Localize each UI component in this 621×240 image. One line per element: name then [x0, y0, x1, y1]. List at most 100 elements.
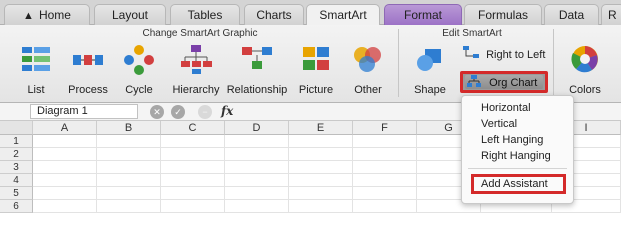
grid-cell[interactable]	[225, 200, 289, 213]
grid-cell[interactable]	[33, 200, 97, 213]
grid-cell[interactable]	[353, 161, 417, 174]
grid-cell[interactable]	[225, 174, 289, 187]
grid-cell[interactable]	[97, 174, 161, 187]
process-label: Process	[68, 84, 108, 96]
group-separator	[398, 29, 399, 97]
grid-cell[interactable]	[161, 161, 225, 174]
column-header[interactable]: B	[97, 121, 161, 135]
tab-smartart-label: SmartArt	[319, 8, 367, 22]
list-button[interactable]: List	[10, 41, 62, 99]
process-icon	[71, 43, 105, 78]
grid-cell[interactable]	[97, 187, 161, 200]
shape-icon	[413, 43, 447, 78]
org-chart-button[interactable]: Org Chart ▼	[460, 71, 548, 104]
list-label: List	[27, 84, 45, 96]
column-header[interactable]: E	[289, 121, 353, 135]
menu-item-add-assistant[interactable]: Add Assistant	[481, 177, 548, 192]
grid-cell[interactable]	[161, 135, 225, 148]
relationship-button[interactable]: Relationship	[226, 41, 288, 99]
colors-button[interactable]: Colors	[560, 41, 610, 99]
org-chart-dropdown-menu: Horizontal Vertical Left Hanging Right H…	[461, 95, 574, 204]
relationship-label: Relationship	[226, 84, 288, 96]
picture-button[interactable]: Picture	[290, 41, 342, 99]
grid-cell[interactable]	[33, 161, 97, 174]
column-header[interactable]: A	[33, 121, 97, 135]
grid-cell[interactable]	[97, 200, 161, 213]
grid-cell[interactable]	[289, 187, 353, 200]
menu-item-horizontal[interactable]: Horizontal	[481, 101, 531, 116]
cycle-icon	[122, 43, 156, 78]
grid-cell[interactable]	[161, 187, 225, 200]
grid-cell[interactable]	[161, 174, 225, 187]
column-header[interactable]: F	[353, 121, 417, 135]
process-button[interactable]: Process	[62, 41, 114, 99]
row-header[interactable]: 4	[0, 174, 33, 187]
confirm-icon[interactable]: ✓	[171, 105, 185, 119]
column-header[interactable]: C	[161, 121, 225, 135]
grid-cell[interactable]	[225, 161, 289, 174]
grid-cell[interactable]	[289, 200, 353, 213]
grid-cell[interactable]	[97, 161, 161, 174]
grid-cell[interactable]	[33, 148, 97, 161]
select-all-corner[interactable]	[0, 121, 33, 135]
grid-cell[interactable]	[353, 135, 417, 148]
row-header[interactable]: 5	[0, 187, 33, 200]
tab-smartart[interactable]: SmartArt	[306, 4, 380, 26]
cancel-icon[interactable]: ✕	[150, 105, 164, 119]
function-wizard-icon[interactable]: −	[198, 105, 212, 119]
picture-label: Picture	[298, 84, 334, 96]
grid-cell[interactable]	[161, 200, 225, 213]
tab-home[interactable]: ▲ Home	[4, 4, 90, 25]
grid-cell[interactable]	[289, 174, 353, 187]
row-header[interactable]: 6	[0, 200, 33, 213]
grid-cell[interactable]	[33, 135, 97, 148]
menu-item-right-hanging[interactable]: Right Hanging	[481, 149, 551, 164]
menu-item-left-hanging[interactable]: Left Hanging	[481, 133, 543, 148]
grid-cell[interactable]	[289, 148, 353, 161]
color-wheel-icon	[568, 43, 602, 78]
grid-cell[interactable]	[353, 174, 417, 187]
tab-layout[interactable]: Layout	[94, 4, 166, 25]
fx-label[interactable]: fx	[221, 104, 233, 118]
grid-cell[interactable]	[353, 200, 417, 213]
grid-cell[interactable]	[225, 187, 289, 200]
hierarchy-button[interactable]: Hierarchy	[166, 41, 226, 99]
grid-cell[interactable]	[33, 174, 97, 187]
tab-charts[interactable]: Charts	[244, 4, 304, 25]
tab-tables[interactable]: Tables	[170, 4, 240, 25]
right-to-left-label: Right to Left	[486, 48, 546, 61]
grid-cell[interactable]	[353, 148, 417, 161]
home-icon: ▲	[23, 10, 34, 22]
tab-formulas[interactable]: Formulas	[464, 4, 542, 25]
tab-data-label: Data	[558, 8, 585, 22]
grid-cell[interactable]	[225, 135, 289, 148]
tab-home-label: Home	[38, 8, 71, 22]
grid-cell[interactable]	[97, 148, 161, 161]
name-box[interactable]: Diagram 1	[30, 104, 138, 119]
row-header[interactable]: 1	[0, 135, 33, 148]
other-button[interactable]: Other	[342, 41, 394, 99]
grid-cell[interactable]	[353, 187, 417, 200]
grid-cell[interactable]	[33, 187, 97, 200]
right-to-left-button[interactable]: Right to Left	[462, 45, 545, 63]
cycle-button[interactable]: Cycle	[114, 41, 164, 99]
grid-cell[interactable]	[225, 148, 289, 161]
grid-cell[interactable]	[161, 148, 225, 161]
row-header[interactable]: 2	[0, 148, 33, 161]
org-chart-icon	[467, 75, 483, 92]
grid-cell[interactable]	[97, 135, 161, 148]
menu-divider	[468, 168, 567, 169]
picture-icon	[299, 43, 333, 78]
grid-cell[interactable]	[289, 135, 353, 148]
other-icon	[351, 43, 385, 78]
ribbon: Change SmartArt Graphic Edit SmartArt Li…	[0, 25, 621, 104]
row-header[interactable]: 3	[0, 161, 33, 174]
tab-format[interactable]: Format	[384, 4, 462, 25]
tab-review[interactable]: R	[601, 4, 621, 25]
column-header[interactable]: D	[225, 121, 289, 135]
tab-data[interactable]: Data	[544, 4, 599, 25]
menu-item-vertical[interactable]: Vertical	[481, 117, 517, 132]
grid-cell[interactable]	[289, 161, 353, 174]
shape-button[interactable]: Shape	[404, 41, 456, 99]
org-chart-button-face: Org Chart ▼	[465, 75, 543, 104]
